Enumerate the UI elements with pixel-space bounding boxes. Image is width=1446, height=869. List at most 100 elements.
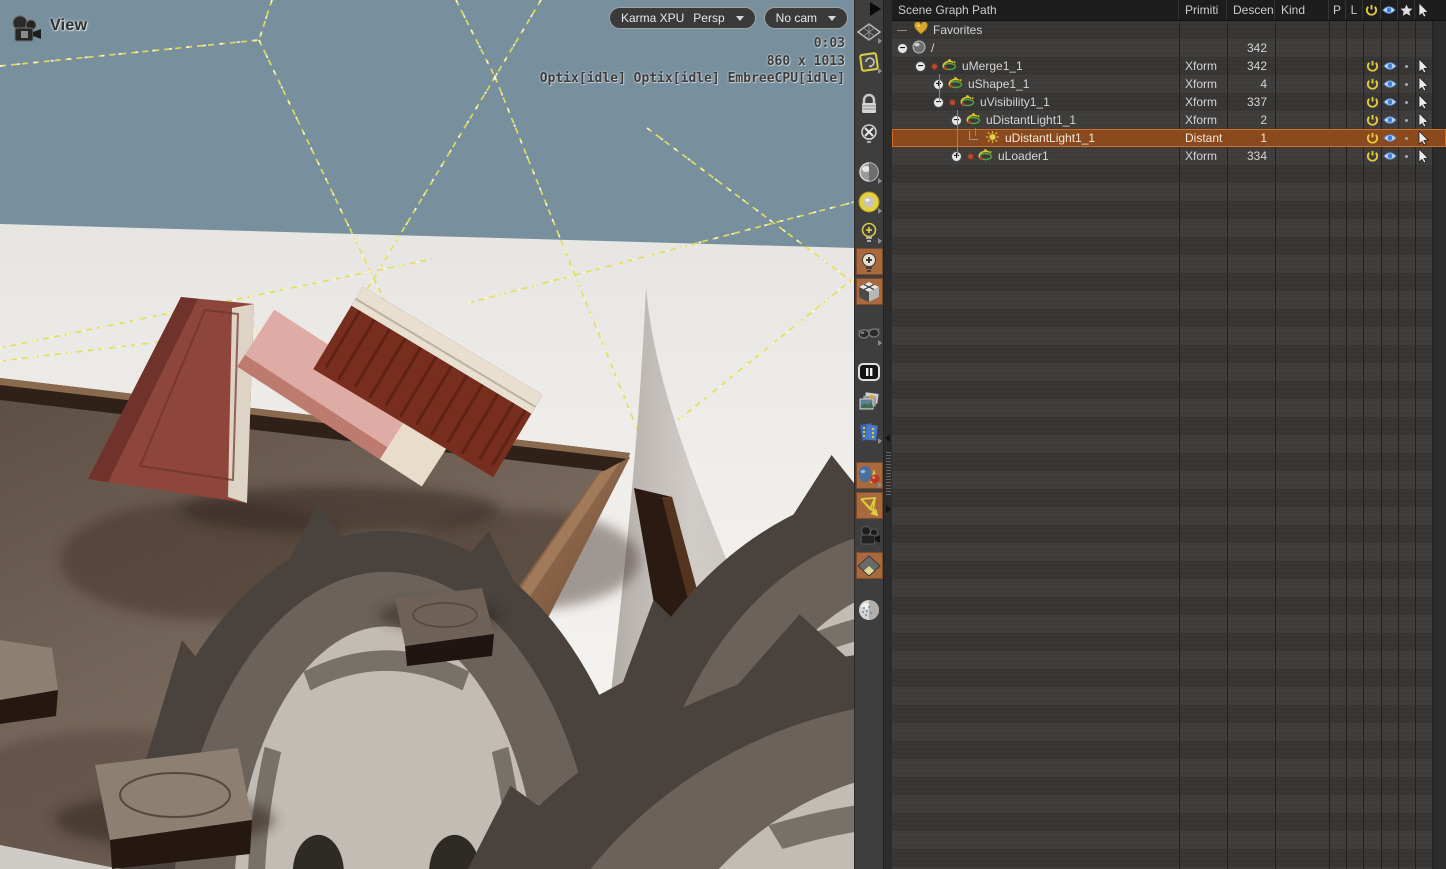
snapshot-stack-icon[interactable]	[856, 388, 883, 415]
power-toggle[interactable]	[1363, 150, 1381, 163]
prim-path-cell: Favorites	[892, 21, 1179, 39]
scene-graph-header: Scene Graph Path Primiti Descen Kind P L	[892, 0, 1446, 21]
xform-icon	[960, 94, 975, 110]
select-cursor-cell[interactable]	[1415, 149, 1431, 163]
column-header-kind[interactable]: Kind	[1275, 0, 1329, 20]
viewport-3d[interactable]: View Karma XPU Persp No cam 0:03 860 x 1…	[0, 0, 854, 869]
scene-lights-icon[interactable]	[856, 248, 883, 275]
star-cell	[1398, 155, 1415, 158]
scene-graph-row[interactable]: −uVisibility1_1Xform337	[892, 93, 1446, 111]
primitive-type-cell: Distant	[1179, 131, 1227, 145]
scene-graph-row[interactable]: Favorites	[892, 21, 1446, 39]
camera-icon[interactable]	[856, 522, 883, 549]
select-cursor-cell[interactable]	[1415, 77, 1431, 91]
star-dot-icon[interactable]	[1405, 101, 1408, 104]
visibility-toggle[interactable]	[1381, 115, 1398, 125]
prim-path-cell: −/	[892, 39, 1179, 57]
column-header-p[interactable]: P	[1329, 0, 1346, 20]
favorites-heart-icon	[914, 22, 928, 38]
headlight-icon[interactable]	[856, 188, 883, 215]
power-toggle[interactable]	[1363, 60, 1381, 73]
prim-path-cell: −uDistantLight1_1	[892, 111, 1179, 129]
power-icon[interactable]	[1363, 0, 1381, 20]
scene-graph-row[interactable]: +uShape1_1Xform4	[892, 75, 1446, 93]
viewport-label: View	[50, 17, 87, 35]
select-cursor-cell[interactable]	[1415, 131, 1431, 145]
textured-cube-icon[interactable]	[856, 278, 883, 305]
shading-sphere-icon[interactable]	[856, 158, 883, 185]
power-toggle[interactable]	[1363, 78, 1381, 91]
prim-name-label: Favorites	[933, 23, 982, 37]
select-cursor-icon[interactable]	[1415, 0, 1431, 20]
visibility-eye-icon[interactable]	[1381, 0, 1398, 20]
select-cursor-cell[interactable]	[1415, 59, 1431, 73]
primitive-type-cell: Xform	[1179, 77, 1227, 91]
environment-globe-icon[interactable]	[856, 596, 883, 623]
primitive-type-cell: Xform	[1179, 95, 1227, 109]
star-icon[interactable]	[1398, 0, 1415, 20]
collapse-arrow-icon[interactable]	[870, 2, 881, 16]
prim-path-cell: +uLoader1	[892, 147, 1179, 165]
star-cell	[1398, 83, 1415, 86]
power-toggle[interactable]	[1363, 132, 1381, 145]
visibility-toggle[interactable]	[1381, 61, 1398, 71]
star-dot-icon[interactable]	[1405, 155, 1408, 158]
wire-selection-icon[interactable]	[856, 492, 883, 519]
column-header-primitive[interactable]: Primiti	[1179, 0, 1227, 20]
collapse-expander[interactable]: −	[915, 61, 926, 72]
power-toggle[interactable]	[1363, 96, 1381, 109]
scene-graph-row[interactable]: −uMerge1_1Xform342	[892, 57, 1446, 75]
prim-name-label: uShape1_1	[968, 77, 1029, 91]
view-plane-icon[interactable]	[856, 18, 883, 45]
add-light-icon[interactable]	[856, 218, 883, 245]
geometry-display-icon[interactable]	[856, 462, 883, 489]
star-dot-icon[interactable]	[1405, 119, 1408, 122]
view-camera-icon	[8, 12, 44, 48]
prim-path-cell: +uShape1_1	[892, 75, 1179, 93]
spectacles-icon[interactable]	[856, 320, 883, 347]
splitter-right-arrow-icon[interactable]	[886, 505, 891, 513]
splitter-grip[interactable]	[886, 452, 891, 496]
root-sphere-icon	[912, 40, 926, 57]
prim-name-label: uDistantLight1_1	[1005, 131, 1095, 145]
no-lights-icon[interactable]	[856, 120, 883, 147]
star-dot-icon[interactable]	[1405, 65, 1408, 68]
lock-icon[interactable]	[856, 90, 883, 117]
prim-name-label: uVisibility1_1	[980, 95, 1050, 109]
visibility-toggle[interactable]	[1381, 79, 1398, 89]
visibility-toggle[interactable]	[1381, 151, 1398, 161]
prim-name-label: uDistantLight1_1	[986, 113, 1076, 127]
column-header-path[interactable]: Scene Graph Path	[892, 0, 1179, 20]
grid-display-icon[interactable]	[856, 552, 883, 579]
scene-graph-row[interactable]: −/342	[892, 39, 1446, 57]
descendants-count-cell: 334	[1227, 149, 1275, 163]
chevron-down-icon	[736, 16, 744, 21]
distant-light-icon	[985, 130, 1000, 147]
tree-branch-stub	[897, 30, 907, 31]
renderer-selector[interactable]: Karma XPU Persp	[609, 7, 756, 29]
scene-graph-row[interactable]: +uLoader1Xform334	[892, 147, 1446, 165]
scene-graph-row[interactable]: −uDistantLight1_1Xform2	[892, 111, 1446, 129]
power-toggle[interactable]	[1363, 114, 1381, 127]
frame-region-icon[interactable]	[856, 48, 883, 75]
camera-selector[interactable]: No cam	[764, 7, 848, 29]
visibility-toggle[interactable]	[1381, 97, 1398, 107]
primitive-type-cell: Xform	[1179, 149, 1227, 163]
select-cursor-cell[interactable]	[1415, 113, 1431, 127]
column-header-descendants[interactable]: Descen	[1227, 0, 1275, 20]
visibility-toggle[interactable]	[1381, 133, 1398, 143]
render-stats: 0:03 860 x 1013 Optix[idle] Optix[idle] …	[540, 35, 845, 88]
star-cell	[1398, 101, 1415, 104]
splitter-left-arrow-icon[interactable]	[885, 434, 890, 442]
descendants-count-cell: 342	[1227, 59, 1275, 73]
image-layers-icon[interactable]	[856, 418, 883, 445]
xform-icon	[966, 112, 981, 128]
descendants-count-cell: 1	[1227, 131, 1275, 145]
pause-render-icon[interactable]	[856, 358, 883, 385]
column-header-l[interactable]: L	[1346, 0, 1363, 20]
panel-splitter[interactable]	[883, 0, 892, 869]
star-dot-icon[interactable]	[1405, 83, 1408, 86]
star-dot-icon[interactable]	[1405, 137, 1408, 140]
collapse-expander[interactable]: −	[897, 43, 908, 54]
select-cursor-cell[interactable]	[1415, 95, 1431, 109]
